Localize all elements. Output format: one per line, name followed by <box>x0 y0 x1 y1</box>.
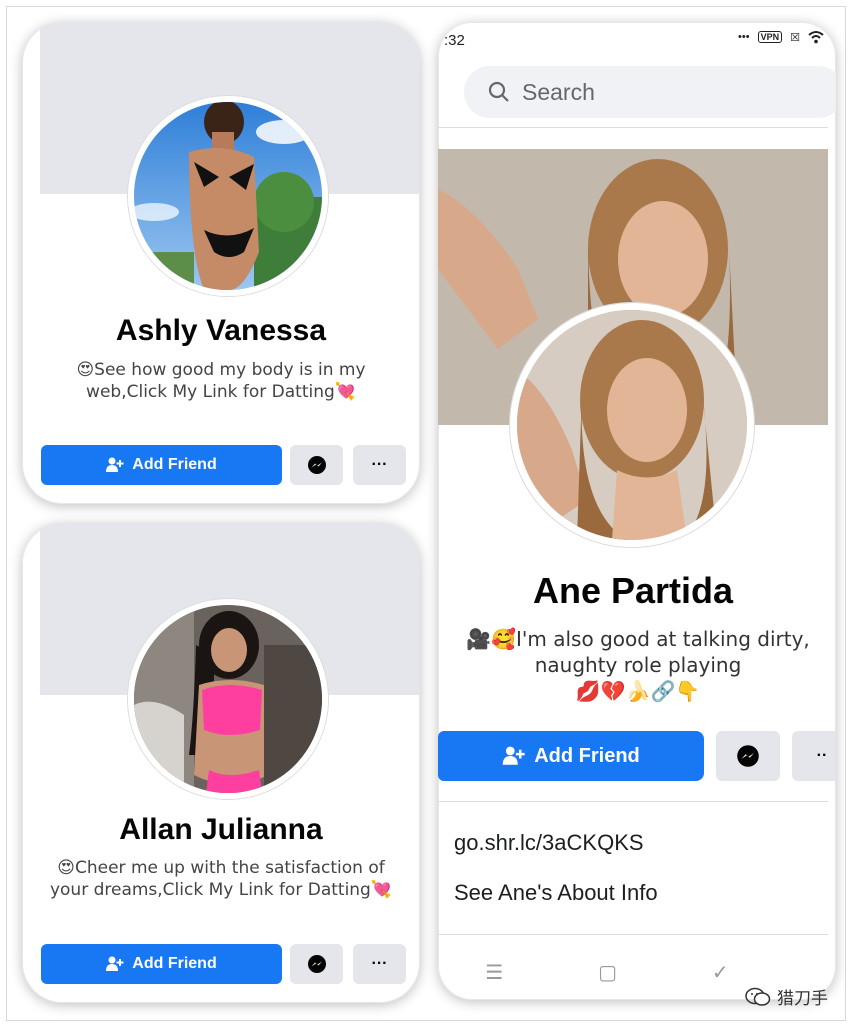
back-nav-icon[interactable]: ✓ <box>712 960 729 985</box>
bio-line-2: naughty role playing <box>534 653 742 677</box>
wifi-icon <box>808 31 824 44</box>
signal-dots-icon: ••• <box>738 31 750 43</box>
search-placeholder: Search <box>522 78 595 105</box>
status-icons: ••• VPN ☒ <box>738 30 824 44</box>
profile-avatar[interactable] <box>510 303 754 547</box>
profile-bio: 😍Cheer me up with the satisfaction of yo… <box>42 857 400 901</box>
add-friend-button[interactable]: Add Friend <box>41 445 282 485</box>
bio-line-2: web,Click My Link for Datting💘 <box>86 382 356 402</box>
add-friend-label: Add Friend <box>132 456 217 473</box>
more-options-button[interactable]: ··· <box>353 944 406 984</box>
phone-profile-screen: :32 ••• VPN ☒ Search Ane Partida 🎥🥰I'm a… <box>438 22 836 1000</box>
add-person-icon <box>502 746 525 765</box>
search-input[interactable]: Search <box>464 66 836 118</box>
watermark-text: 猎刀手 <box>777 989 828 1008</box>
profile-avatar[interactable] <box>128 96 328 296</box>
bio-line-3: 💋💔🍌🔗👇 <box>575 679 701 703</box>
avatar-photo <box>134 102 322 290</box>
messenger-icon <box>307 955 326 973</box>
add-friend-button[interactable]: Add Friend <box>438 731 704 781</box>
profile-avatar[interactable] <box>128 599 328 799</box>
more-options-button[interactable]: ·· <box>792 731 836 781</box>
add-friend-label: Add Friend <box>534 744 640 767</box>
divider <box>438 127 828 128</box>
add-friend-button[interactable]: Add Friend <box>41 944 282 984</box>
more-options-button[interactable]: ··· <box>353 445 406 485</box>
watermark: 猎刀手 <box>745 984 828 1009</box>
battery-icon: ☒ <box>790 31 800 44</box>
messenger-icon <box>737 745 759 767</box>
bio-line-1: 🎥🥰I'm also good at talking dirty, <box>466 627 810 651</box>
profile-name: Ashly Vanessa <box>115 314 327 347</box>
messenger-button[interactable] <box>290 445 343 485</box>
messenger-button[interactable] <box>716 731 780 781</box>
profile-card-allan: Allan Julianna 😍Cheer me up with the sat… <box>22 523 420 1003</box>
add-person-icon <box>106 457 124 472</box>
status-time: :32 <box>444 32 465 49</box>
messenger-button[interactable] <box>290 944 343 984</box>
messenger-icon <box>307 456 326 474</box>
about-info-link[interactable]: See Ane's About Info <box>454 880 658 906</box>
add-person-icon <box>106 956 124 971</box>
profile-card-ashly: Ashly Vanessa 😍See how good my body is i… <box>22 22 420 504</box>
profile-link[interactable]: go.shr.lc/3aCKQKS <box>454 830 644 856</box>
bio-line-2: your dreams,Click My Link for Datting💘 <box>49 880 393 900</box>
vpn-icon: VPN <box>757 31 783 43</box>
profile-bio: 🎥🥰I'm also good at talking dirty, naught… <box>448 626 828 704</box>
avatar-photo <box>517 310 747 540</box>
home-nav-icon[interactable]: ▢ <box>598 960 617 985</box>
bio-line-1: 😍Cheer me up with the satisfaction of <box>57 858 385 878</box>
profile-name: Ane Partida <box>532 570 734 611</box>
profile-name: Allan Julianna <box>119 813 323 846</box>
bio-line-1: 😍See how good my body is in my <box>76 360 366 380</box>
divider <box>438 801 828 802</box>
profile-bio: 😍See how good my body is in my web,Click… <box>42 359 400 403</box>
search-icon <box>488 81 509 102</box>
wechat-icon <box>745 987 771 1006</box>
divider <box>438 934 828 935</box>
avatar-photo <box>134 605 322 793</box>
menu-nav-icon[interactable]: ☰ <box>485 960 503 985</box>
add-friend-label: Add Friend <box>132 955 217 972</box>
